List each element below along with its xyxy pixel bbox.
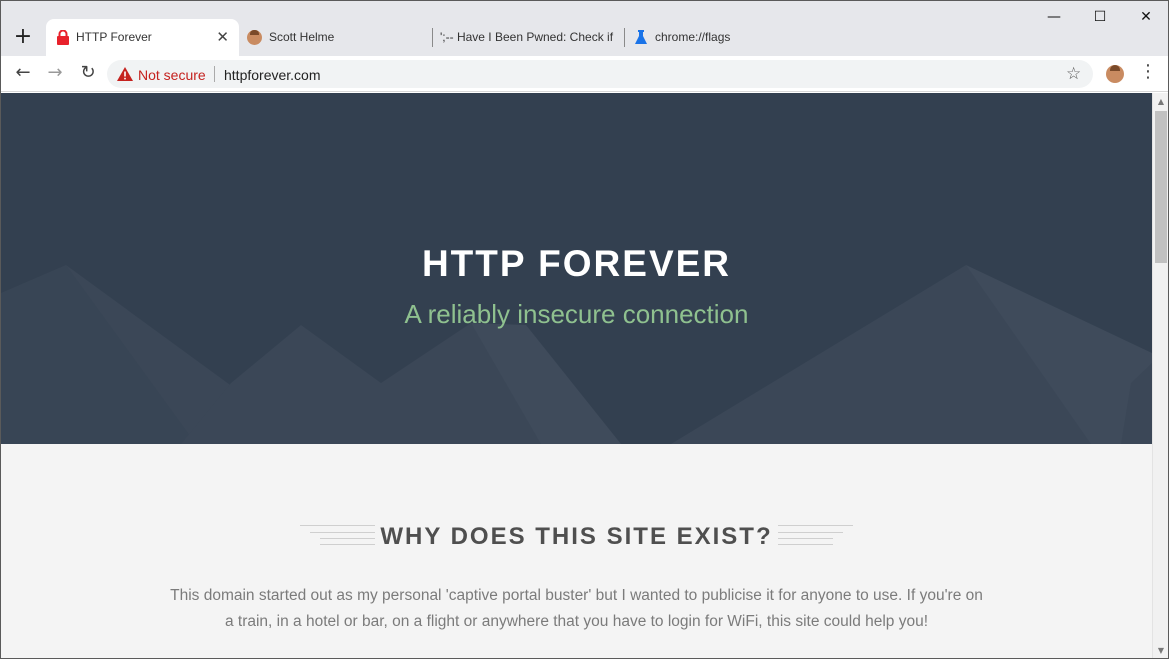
tab-chrome-flags[interactable]: chrome://flags: [625, 19, 815, 56]
minimize-button[interactable]: —: [1044, 7, 1064, 27]
close-window-button[interactable]: ✕: [1136, 7, 1156, 27]
hero-banner: HTTP FOREVER A reliably insecure connect…: [1, 93, 1152, 444]
tab-strip: + HTTP Forever ✕ Scott Helme ';-- Have I…: [1, 1, 1168, 56]
lock-icon: [57, 30, 69, 45]
close-tab-icon[interactable]: ✕: [216, 28, 229, 46]
decorative-line: [778, 538, 833, 539]
browser-window: + HTTP Forever ✕ Scott Helme ';-- Have I…: [0, 0, 1169, 659]
flask-icon: [635, 30, 647, 44]
forward-button[interactable]: →: [43, 62, 67, 86]
omnibox-separator: [214, 66, 215, 82]
tab-title: Scott Helme: [269, 30, 335, 44]
not-secure-label[interactable]: Not secure: [138, 67, 206, 83]
maximize-button[interactable]: ☐: [1090, 7, 1110, 27]
reload-button[interactable]: ↻: [76, 62, 100, 86]
hero-title: HTTP FOREVER: [421, 243, 732, 284]
intro-paragraph: This domain started out as my personal '…: [170, 587, 983, 630]
decorative-line: [778, 532, 843, 533]
tab-hibp[interactable]: ';-- Have I Been Pwned: Check if: [433, 19, 623, 56]
scroll-thumb[interactable]: [1155, 111, 1167, 263]
url-text[interactable]: httpforever.com: [224, 67, 321, 83]
tab-title: ';-- Have I Been Pwned: Check if: [440, 30, 614, 44]
decorative-line: [778, 525, 853, 526]
warning-icon[interactable]: [117, 67, 133, 81]
decorative-line: [778, 544, 833, 545]
tab-scott-helme[interactable]: Scott Helme: [241, 19, 431, 56]
tab-http-forever[interactable]: HTTP Forever ✕: [46, 19, 239, 56]
vertical-scrollbar[interactable]: ▲ ▼: [1152, 93, 1168, 658]
hero-subtitle: A reliably insecure connection: [404, 299, 749, 329]
new-tab-button[interactable]: +: [11, 26, 35, 50]
menu-icon[interactable]: ⋮: [1139, 61, 1157, 82]
toolbar: ← → ↻ Not secure httpforever.com ☆ ⋮: [1, 56, 1168, 92]
tab-title: HTTP Forever: [76, 30, 152, 44]
address-bar[interactable]: Not secure httpforever.com ☆: [107, 60, 1093, 88]
section-title: WHY DOES THIS SITE EXIST?: [380, 523, 773, 550]
avatar-icon: [247, 30, 262, 45]
back-button[interactable]: ←: [11, 62, 35, 86]
profile-avatar[interactable]: [1106, 65, 1124, 83]
scroll-down-arrow-icon[interactable]: ▼: [1153, 642, 1168, 658]
bookmark-star-icon[interactable]: ☆: [1066, 64, 1081, 84]
page-viewport: HTTP FOREVER A reliably insecure connect…: [1, 93, 1152, 658]
scroll-up-arrow-icon[interactable]: ▲: [1153, 93, 1168, 110]
tab-title: chrome://flags: [655, 30, 731, 44]
